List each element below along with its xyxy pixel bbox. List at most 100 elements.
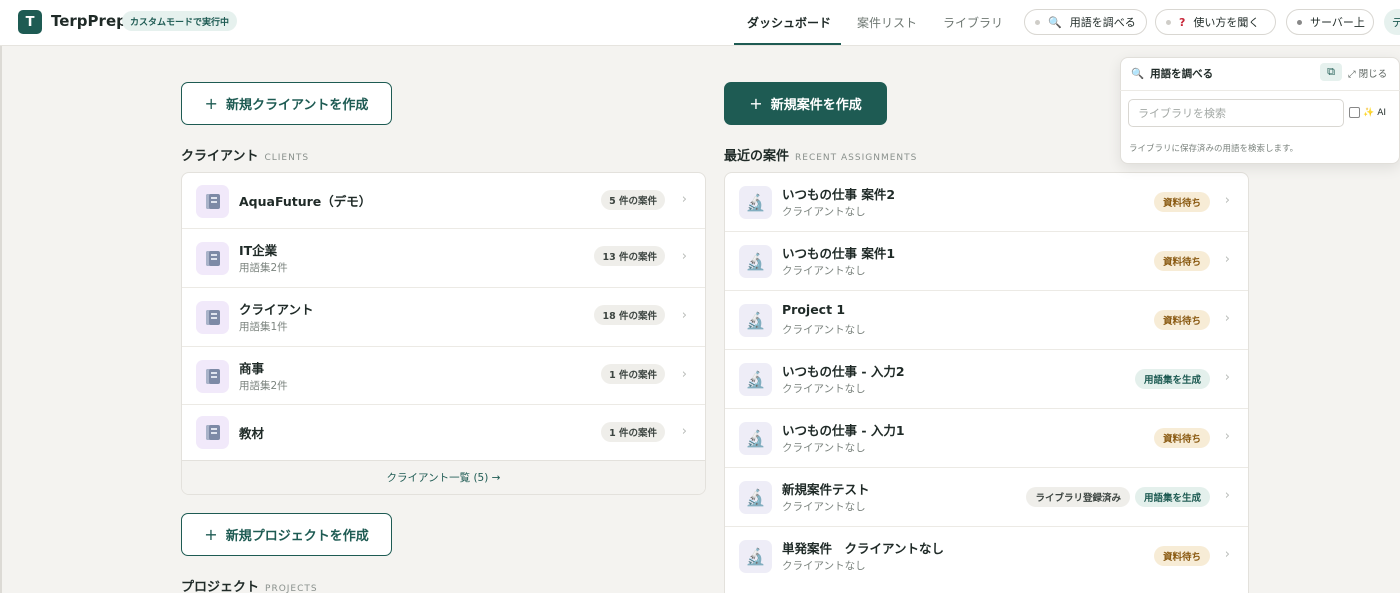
new-client-button[interactable]: + 新規クライアントを作成 xyxy=(181,82,392,125)
plus-icon: + xyxy=(204,94,218,113)
chevron-right-icon: › xyxy=(1224,429,1230,444)
assignment-count-badge: 1 件の案件 xyxy=(601,364,665,384)
page-edge xyxy=(0,46,2,593)
copy-icon[interactable]: ⧉ xyxy=(1320,63,1342,81)
assignment-row[interactable]: 🔬 単発案件 クライアントなし クライアントなし 資料待ち › xyxy=(725,527,1248,586)
assignment-name: いつもの仕事 - 入力1 xyxy=(782,423,905,438)
close-popover-button[interactable]: ⤢ 閉じる xyxy=(1348,66,1387,80)
client-name: 商事 xyxy=(239,361,265,376)
building-icon xyxy=(196,360,229,393)
assignment-client: クライアントなし xyxy=(782,206,866,218)
assignment-name: 単発案件 クライアントなし xyxy=(782,541,945,556)
server-status-button[interactable]: サーバー上 xyxy=(1286,9,1374,35)
server-status-label: サーバー上 xyxy=(1310,16,1365,29)
assignment-list: 🔬 いつもの仕事 案件2 クライアントなし 資料待ち › 🔬 いつもの仕事 案件1 クライアン… xyxy=(725,173,1248,586)
assignment-row[interactable]: 🔬 いつもの仕事 - 入力2 クライアントなし 用語集を生成 › xyxy=(725,350,1248,409)
assignment-name: Project 1 xyxy=(782,302,846,317)
status-badge: 用語集を生成 xyxy=(1134,369,1210,389)
tab-dashboard[interactable]: ダッシュボード xyxy=(747,14,831,31)
plus-icon: + xyxy=(749,94,763,113)
plus-icon: + xyxy=(204,525,218,544)
clients-card: AquaFuture（デモ） 5 件の案件 › IT企業 用語集2件 13 件の… xyxy=(181,172,706,495)
library-search-input[interactable]: ライブラリを検索 xyxy=(1128,99,1344,127)
lookup-term-button[interactable]: 🔍 用語を調べる xyxy=(1024,9,1147,35)
assignments-heading: 最近の案件 RECENT ASSIGNMENTS xyxy=(724,145,917,164)
chevron-right-icon: › xyxy=(1224,311,1230,326)
assignment-row[interactable]: 🔬 いつもの仕事 案件2 クライアントなし 資料待ち › xyxy=(725,173,1248,232)
popover-divider xyxy=(1120,90,1400,91)
assignment-client: クライアントなし xyxy=(782,324,866,336)
status-group: 資料待ち xyxy=(1153,428,1210,448)
assignment-row[interactable]: 🔬 いつもの仕事 - 入力1 クライアントなし 資料待ち › xyxy=(725,409,1248,468)
projects-heading: プロジェクト PROJECTS xyxy=(181,576,318,593)
projects-subtitle: PROJECTS xyxy=(265,584,318,593)
collapse-icon: ⤢ xyxy=(1348,69,1356,80)
status-group: 資料待ち xyxy=(1153,546,1210,566)
chevron-right-icon: › xyxy=(1224,370,1230,385)
building-icon xyxy=(196,416,229,449)
new-project-button[interactable]: + 新規プロジェクトを作成 xyxy=(181,513,392,556)
assignment-count-badge: 1 件の案件 xyxy=(601,422,665,442)
assignment-row[interactable]: 🔬 いつもの仕事 案件1 クライアントなし 資料待ち › xyxy=(725,232,1248,291)
app-title[interactable]: TerpPrep xyxy=(51,12,127,30)
status-dot xyxy=(1166,19,1171,25)
chevron-right-icon: › xyxy=(1224,488,1230,503)
new-assignment-button[interactable]: + 新規案件を作成 xyxy=(724,82,887,125)
client-name: 教材 xyxy=(239,426,265,441)
clients-subtitle: CLIENTS xyxy=(264,153,310,163)
server-status-dot xyxy=(1297,19,1302,25)
app-logo[interactable]: T xyxy=(18,10,42,34)
client-list-link[interactable]: クライアント一覧 (5) → xyxy=(182,460,705,494)
microscope-icon: 🔬 xyxy=(739,422,772,455)
assignments-subtitle: RECENT ASSIGNMENTS xyxy=(795,153,918,163)
client-row[interactable]: 教材 1 件の案件 › xyxy=(182,405,705,461)
status-group: 用語集を生成 xyxy=(1134,369,1210,389)
new-assignment-label: 新規案件を作成 xyxy=(770,98,862,113)
status-badge: 資料待ち xyxy=(1153,310,1210,330)
ask-usage-label: 使い方を聞く xyxy=(1193,16,1260,29)
new-client-label: 新規クライアントを作成 xyxy=(225,98,369,113)
status-group: 資料待ち xyxy=(1153,310,1210,330)
chevron-right-icon: › xyxy=(681,424,687,439)
client-row[interactable]: クライアント 用語集1件 18 件の案件 › xyxy=(182,288,705,347)
ai-label: AI xyxy=(1377,107,1387,118)
tab-library[interactable]: ライブラリ xyxy=(943,14,1003,31)
lookup-term-label: 用語を調べる xyxy=(1069,16,1136,29)
status-group: 資料待ち xyxy=(1153,251,1210,271)
new-project-label: 新規プロジェクトを作成 xyxy=(225,529,369,544)
client-name: クライアント xyxy=(239,302,314,317)
ask-usage-button[interactable]: ? 使い方を聞く xyxy=(1155,9,1276,35)
chevron-right-icon: › xyxy=(681,308,687,323)
chevron-right-icon: › xyxy=(681,367,687,382)
assignment-row[interactable]: 🔬 Project 1 クライアントなし 資料待ち › xyxy=(725,291,1248,350)
lookup-popover-title: 🔍 用語を調べる xyxy=(1131,66,1213,81)
client-row[interactable]: AquaFuture（デモ） 5 件の案件 › xyxy=(182,173,705,229)
status-group: 資料待ち xyxy=(1153,192,1210,212)
truncated-pill[interactable]: デ xyxy=(1384,9,1400,35)
chevron-right-icon: › xyxy=(681,192,687,207)
chevron-right-icon: › xyxy=(681,249,687,264)
microscope-icon: 🔬 xyxy=(739,540,772,573)
assignment-name: 新規案件テスト xyxy=(782,482,870,497)
building-icon xyxy=(196,185,229,218)
lookup-help-text: ライブラリに保存済みの用語を検索します。 xyxy=(1129,144,1299,154)
assignment-name: いつもの仕事 案件1 xyxy=(782,246,896,261)
assignment-count-badge: 18 件の案件 xyxy=(594,305,665,325)
assignment-client: クライアントなし xyxy=(782,501,866,513)
client-row[interactable]: IT企業 用語集2件 13 件の案件 › xyxy=(182,229,705,288)
assignment-row[interactable]: 🔬 新規案件テスト クライアントなし ライブラリ登録済み 用語集を生成 › xyxy=(725,468,1248,527)
client-row[interactable]: 商事 用語集2件 1 件の案件 › xyxy=(182,347,705,405)
ai-toggle[interactable]: ✨ AI xyxy=(1349,107,1386,118)
search-icon: 🔍 xyxy=(1131,68,1145,80)
status-badge: 資料待ち xyxy=(1153,546,1210,566)
assignment-client: クライアントなし xyxy=(782,265,866,277)
tab-assignment-list[interactable]: 案件リスト xyxy=(857,14,917,31)
client-glossary-count: 用語集1件 xyxy=(239,321,288,333)
ai-checkbox[interactable] xyxy=(1349,107,1360,118)
status-badge: 資料待ち xyxy=(1153,428,1210,448)
search-icon: 🔍 xyxy=(1048,15,1062,29)
assignments-title: 最近の案件 xyxy=(724,149,790,164)
assignment-name: いつもの仕事 - 入力2 xyxy=(782,364,905,379)
client-name: AquaFuture（デモ） xyxy=(239,194,372,209)
status-badge: 用語集を生成 xyxy=(1134,487,1210,507)
